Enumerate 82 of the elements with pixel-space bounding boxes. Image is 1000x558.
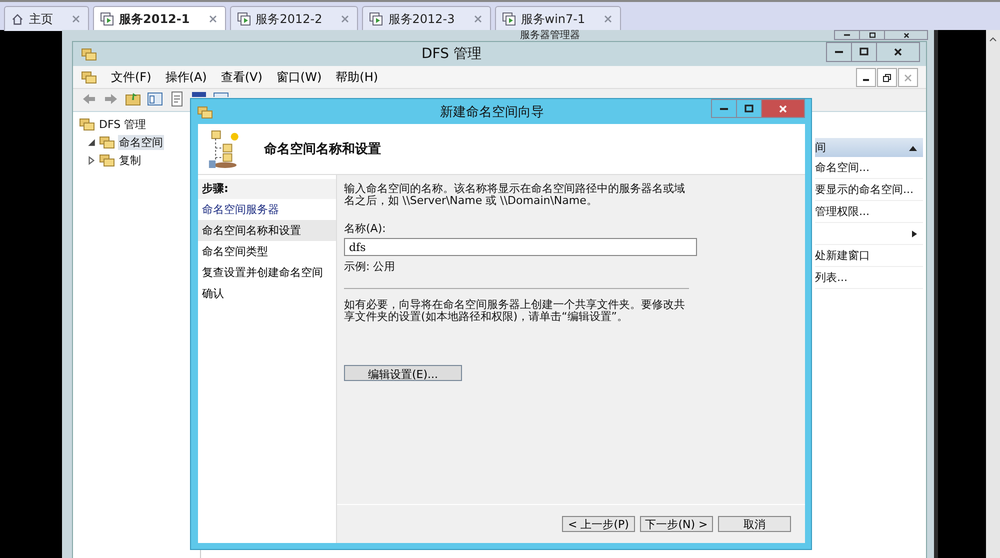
close-icon[interactable]	[341, 15, 350, 23]
name-field[interactable]: dfs	[344, 238, 697, 256]
pane-icon[interactable]	[147, 91, 163, 107]
wizard-step[interactable]: 命名空间类型	[198, 241, 336, 262]
folders-icon	[99, 152, 115, 168]
vm-tab[interactable]: 主页	[4, 6, 89, 31]
vm-tab[interactable]: 服务2012-2	[230, 6, 358, 31]
vm-icon	[502, 12, 516, 26]
note-text: 如有必要，向导将在命名空间服务器上创建一个共享文件夹。要修改共享文件夹的设置(如本地路径和权限)，请单击“编辑设置”。	[344, 299, 686, 323]
wizard-button[interactable]: 下一步(N) >	[640, 516, 713, 532]
window-title: 新建命名空间向导	[440, 104, 545, 120]
close-icon[interactable]	[474, 15, 482, 23]
window-title: DFS 管理	[422, 45, 482, 63]
menu-item[interactable]: 查看(V)	[220, 68, 262, 86]
menu-item[interactable]: 帮助(H)	[336, 68, 378, 86]
vm-tab[interactable]: 服务2012-3	[362, 6, 491, 31]
wizard-step[interactable]: 复查设置并创建命名空间	[198, 262, 336, 283]
scroll-up-icon[interactable]	[989, 36, 997, 42]
field-label: 名称(A):	[344, 221, 387, 236]
wizard-step[interactable]: 命名空间服务器	[198, 199, 336, 220]
edit-settings-button[interactable]: 编辑设置(E)...	[344, 365, 462, 381]
close-icon[interactable]	[604, 15, 612, 23]
maximize-icon	[744, 104, 754, 114]
close-button[interactable]	[884, 30, 928, 40]
close-icon	[904, 74, 912, 82]
minimize-icon	[844, 34, 850, 36]
wizard-button[interactable]: < 上一步(P)	[562, 516, 635, 532]
restore-button[interactable]	[877, 68, 897, 87]
maximize-button[interactable]	[851, 42, 877, 62]
wizard-step[interactable]: 命名空间名称和设置	[198, 220, 336, 241]
steps-title: 步骤:	[198, 179, 336, 199]
collapsed-icon[interactable]	[87, 156, 96, 164]
page-heading: 命名空间名称和设置	[264, 140, 381, 158]
minimize-button[interactable]	[711, 99, 737, 118]
folder-icon[interactable]	[125, 91, 141, 107]
vm-tab[interactable]: 服务win7-1	[494, 6, 622, 31]
close-icon	[778, 104, 788, 114]
close-icon	[893, 47, 903, 57]
minimize-button[interactable]	[856, 68, 876, 87]
close-icon[interactable]	[72, 15, 80, 23]
vm-icon	[100, 12, 114, 26]
close-icon	[902, 32, 910, 38]
vm-icon	[236, 12, 251, 26]
close-icon[interactable]	[208, 15, 217, 23]
action-item[interactable]: 命名空间...	[815, 160, 870, 175]
action-item[interactable]: 要显示的命名空间...	[815, 182, 914, 197]
action-item[interactable]: 处新建窗口	[815, 248, 870, 263]
minimize-button[interactable]	[826, 42, 852, 62]
vm-icon	[369, 12, 384, 26]
window-title: 服务器管理器	[520, 30, 580, 41]
tree-item[interactable]: 复制	[118, 152, 142, 168]
menu-item[interactable]: 文件(F)	[111, 68, 152, 86]
app-icon	[81, 46, 97, 62]
minimize-icon	[720, 108, 728, 110]
folders-icon	[99, 134, 115, 150]
home-icon	[11, 12, 24, 26]
minimize-button[interactable]	[834, 30, 860, 40]
vm-tab[interactable]: 服务2012-1	[93, 6, 226, 31]
example-text: 示例: 公用	[344, 259, 396, 274]
tree-item[interactable]: DFS 管理	[98, 116, 148, 132]
wizard-button[interactable]: 取消	[718, 516, 791, 532]
action-item[interactable]: 管理权限...	[815, 204, 870, 219]
tree-item[interactable]: 命名空间	[118, 134, 164, 150]
action-item[interactable]: 列表...	[815, 270, 848, 285]
folders-icon	[79, 116, 95, 132]
submenu-arrow-icon[interactable]	[912, 230, 917, 238]
app-icon	[197, 104, 213, 120]
document-icon[interactable]	[169, 91, 185, 107]
expanded-icon[interactable]	[87, 138, 96, 146]
maximize-icon	[868, 32, 876, 38]
wizard-step[interactable]: 确认	[198, 283, 336, 304]
collapse-icon[interactable]	[909, 144, 917, 150]
restore-icon	[883, 74, 891, 82]
menu-item[interactable]: 操作(A)	[165, 68, 207, 86]
pane-icon[interactable]	[213, 91, 229, 97]
instruction-text: 输入命名空间的名称。该名称将显示在命名空间路径中的服务器名或域名之后，如 \\Server\Name 或 \\Domain\Name。	[344, 183, 686, 207]
minimize-icon	[835, 51, 843, 53]
menu-item[interactable]: 窗口(W)	[276, 68, 322, 86]
actions-header[interactable]: 间	[815, 138, 923, 157]
app-icon	[81, 69, 97, 85]
maximize-button[interactable]	[859, 30, 885, 40]
close-button[interactable]	[876, 42, 920, 62]
